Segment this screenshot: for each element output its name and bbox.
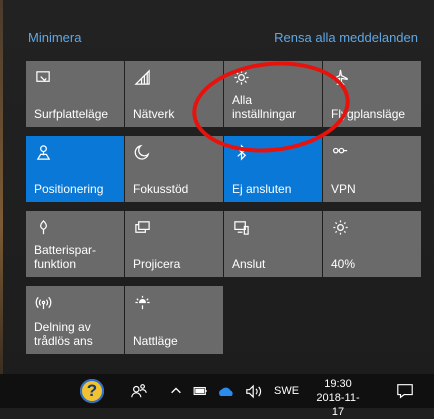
battery-icon[interactable]	[192, 384, 210, 398]
tile-label: Anslut	[232, 257, 266, 271]
bluetooth-icon	[232, 143, 250, 161]
tile-label: Ej ansluten	[232, 182, 292, 196]
tile-battery-saver[interactable]: Batterispar- funktion	[26, 211, 124, 277]
tile-label: Surfplatteläge	[34, 107, 109, 121]
chevron-up-icon[interactable]	[168, 383, 184, 399]
tablet-mode-icon	[34, 68, 52, 86]
tile-all-settings[interactable]: Alla inställningar	[224, 61, 322, 127]
connect-icon	[232, 218, 250, 236]
clear-all-notifications-link[interactable]: Rensa alla meddelanden	[274, 30, 418, 45]
location-icon	[34, 143, 52, 161]
tile-connect[interactable]: Anslut	[224, 211, 322, 277]
tile-airplane-mode[interactable]: Flygplansläge	[323, 61, 421, 127]
tile-label: Nattläge	[133, 334, 178, 348]
taskbar: ? SWE 19:30 2018-11-17	[0, 374, 434, 418]
hotspot-icon	[34, 293, 52, 311]
tile-label: 40%	[331, 257, 356, 271]
tile-tablet-mode[interactable]: Surfplatteläge	[26, 61, 124, 127]
night-light-icon	[133, 293, 151, 311]
collapse-link[interactable]: Minimera	[28, 30, 81, 45]
brightness-icon	[331, 218, 349, 236]
people-icon[interactable]	[128, 381, 150, 401]
tile-label: Positionering	[34, 182, 104, 196]
tile-label: Alla inställningar	[232, 93, 297, 121]
action-center-icon[interactable]	[394, 381, 416, 401]
battery-saver-icon	[34, 218, 52, 236]
tile-mobile-hotspot[interactable]: Delning av trådlös ans	[26, 286, 124, 354]
clock-date: 2018-11-17	[316, 392, 360, 418]
tile-label: Projicera	[133, 257, 181, 271]
tile-label: Batterispar- funktion	[34, 243, 97, 271]
onedrive-icon[interactable]	[215, 383, 237, 399]
tile-focus-assist[interactable]: Fokusstöd	[125, 136, 223, 202]
network-icon	[133, 68, 151, 86]
clock[interactable]: 19:30 2018-11-17	[313, 377, 363, 419]
project-icon	[133, 218, 151, 236]
gear-icon	[232, 68, 250, 86]
clock-time: 19:30	[324, 378, 352, 390]
tile-label: Nätverk	[133, 107, 175, 121]
tile-label: Delning av trådlös ans	[34, 320, 93, 348]
tile-night-light[interactable]: Nattläge	[125, 286, 223, 354]
action-center-panel: Minimera Rensa alla meddelanden Surfplat…	[0, 0, 434, 374]
tile-network[interactable]: Nätverk	[125, 61, 223, 127]
vpn-icon	[331, 143, 349, 161]
tile-bluetooth[interactable]: Ej ansluten	[224, 136, 322, 202]
volume-icon[interactable]	[244, 383, 266, 399]
tile-label: Flygplansläge	[331, 107, 406, 121]
tile-project[interactable]: Projicera	[125, 211, 223, 277]
input-language[interactable]: SWE	[274, 385, 299, 397]
airplane-icon	[331, 68, 349, 86]
tile-label: VPN	[331, 182, 356, 196]
tile-location[interactable]: Positionering	[26, 136, 124, 202]
help-icon[interactable]: ?	[80, 379, 104, 403]
moon-icon	[133, 143, 151, 161]
desktop-edge	[0, 0, 3, 374]
tile-vpn[interactable]: VPN	[323, 136, 421, 202]
tile-brightness[interactable]: 40%	[323, 211, 421, 277]
tile-label: Fokusstöd	[133, 182, 189, 196]
